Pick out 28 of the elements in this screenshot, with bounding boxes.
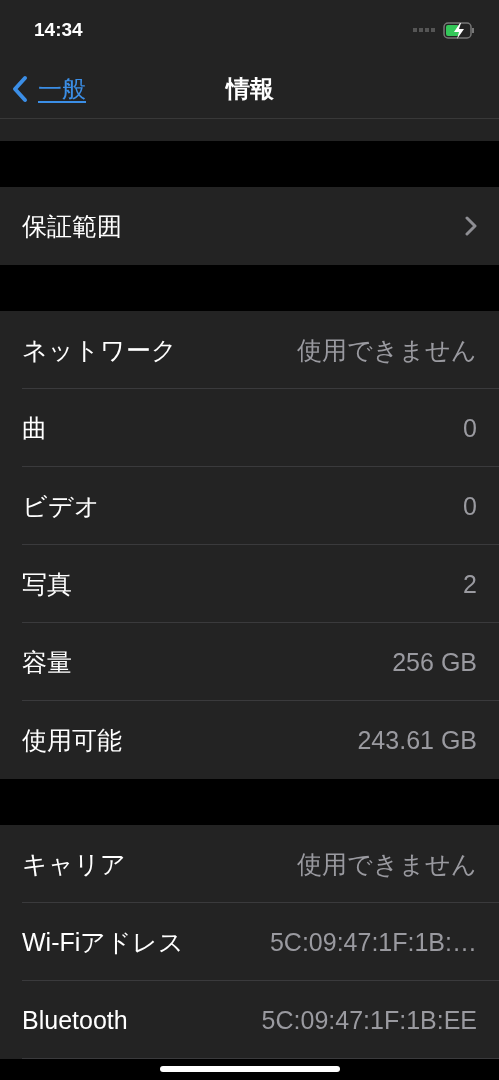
- signal-icon: [413, 28, 435, 32]
- battery-charging-icon: [443, 21, 475, 39]
- row-value: 2: [463, 569, 477, 599]
- chevron-right-icon: [465, 216, 477, 236]
- settings-row[interactable]: 保証範囲: [0, 187, 499, 265]
- row-value: 5C:09:47:1F:1B:EE: [261, 1005, 477, 1035]
- row-value: 256 GB: [392, 647, 477, 677]
- row-label: 容量: [22, 646, 72, 678]
- page-title: 情報: [225, 74, 274, 105]
- back-chevron-icon: [12, 75, 28, 103]
- row-label: 保証範囲: [22, 210, 122, 242]
- row-label: 使用可能: [22, 724, 122, 756]
- row-label: ネットワーク: [22, 334, 177, 366]
- row-value: 243.61 GB: [357, 725, 477, 755]
- back-link[interactable]: 一般: [12, 73, 86, 105]
- home-indicator[interactable]: [160, 1066, 340, 1072]
- row-label: ビデオ: [22, 490, 100, 522]
- row-label: Bluetooth: [22, 1005, 128, 1035]
- row-label: 曲: [22, 412, 47, 444]
- row-value: 使用できません: [297, 848, 477, 880]
- row-value: 0: [463, 491, 477, 521]
- status-time: 14:34: [34, 19, 83, 41]
- row-value: 使用できません: [297, 334, 477, 366]
- row-label: Wi-Fiアドレス: [22, 926, 185, 958]
- row-label: 写真: [22, 568, 72, 600]
- row-value: 0: [463, 413, 477, 443]
- row-value: 5C:09:47:1F:1B:…: [269, 927, 477, 957]
- row-label: キャリア: [22, 848, 126, 880]
